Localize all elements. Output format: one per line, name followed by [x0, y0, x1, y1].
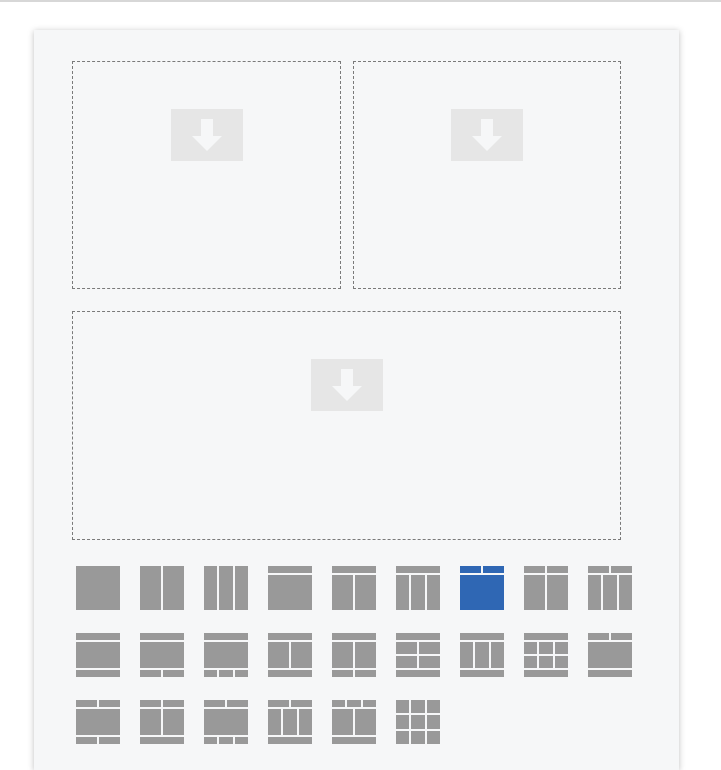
download-arrow-icon — [451, 109, 523, 161]
layout-option-strip-three-footer-three[interactable] — [268, 700, 312, 744]
layout-option-two-columns[interactable] — [140, 566, 184, 610]
layout-option-header-three-body-footer[interactable] — [460, 633, 504, 677]
layout-thumbnail-icon — [588, 566, 632, 610]
layout-option-header-body-footer[interactable] — [76, 633, 120, 677]
download-arrow-icon — [310, 359, 383, 411]
layout-thumbnail-icon — [396, 700, 440, 744]
layout-option-header-three-columns[interactable] — [396, 566, 440, 610]
layout-option-header-body-footer-three[interactable] — [204, 633, 248, 677]
layout-thumbnail-icon — [396, 633, 440, 677]
drop-zone-top-right[interactable] — [353, 61, 621, 289]
layout-thumbnail-icon — [204, 700, 248, 744]
layout-thumbnail-icon — [332, 633, 376, 677]
layout-thumbnail-icon — [588, 633, 632, 677]
drop-zone-top-left[interactable] — [72, 61, 341, 289]
layout-option-single[interactable] — [76, 566, 120, 610]
layout-option-three-columns[interactable] — [204, 566, 248, 610]
layout-thumbnail-icon — [524, 633, 568, 677]
layout-option-strip-two-body-footer[interactable] — [140, 700, 184, 744]
layout-thumbnail-icon — [524, 566, 568, 610]
layout-thumbnail-icon — [332, 566, 376, 610]
layout-thumbnail-icon — [76, 566, 120, 610]
layout-thumbnail-icon — [268, 566, 312, 610]
layout-option-strip-two-footer-three[interactable] — [204, 700, 248, 744]
layout-option-header-quad-footer[interactable] — [396, 633, 440, 677]
layout-thumbnail-icon — [76, 633, 120, 677]
layout-thumbnail-icon — [140, 633, 184, 677]
layout-option-nine-grid[interactable] — [396, 700, 440, 744]
download-arrow-icon — [170, 109, 243, 161]
layout-thumbnail-icon — [76, 700, 120, 744]
top-divider — [0, 0, 721, 2]
layout-option-header-two-body-footer[interactable] — [332, 633, 376, 677]
layout-thumbnail-icon — [140, 566, 184, 610]
layout-thumbnail-icon — [396, 566, 440, 610]
layout-thumbnail-icon — [460, 566, 504, 610]
layout-option-header-two-columns[interactable] — [332, 566, 376, 610]
layout-option-header-six-footer[interactable] — [524, 633, 568, 677]
layout-thumbnail-icon — [140, 700, 184, 744]
layout-thumbnail-icon — [460, 633, 504, 677]
layout-option-strip-two-columns[interactable] — [524, 566, 568, 610]
layout-option-strip-header-body-footer[interactable] — [588, 633, 632, 677]
layout-option-strip-quad-footer[interactable] — [332, 700, 376, 744]
layout-thumbnail-icon — [268, 633, 312, 677]
layout-option-strip-three-columns[interactable] — [588, 566, 632, 610]
layout-thumbnail-icon — [204, 633, 248, 677]
layout-option-header-split-body-footer[interactable] — [268, 633, 312, 677]
layout-option-header-two-top-one-bottom[interactable] — [460, 566, 504, 610]
drop-zone-bottom[interactable] — [72, 311, 621, 540]
layout-panel — [34, 30, 679, 770]
layout-thumbnail-icon — [268, 700, 312, 744]
layout-option-header-one[interactable] — [268, 566, 312, 610]
layout-option-header-body-footer-two[interactable] — [140, 633, 184, 677]
layout-picker — [76, 566, 632, 744]
layout-thumbnail-icon — [204, 566, 248, 610]
layout-thumbnail-icon — [332, 700, 376, 744]
layout-option-strip-body-footer-two[interactable] — [76, 700, 120, 744]
